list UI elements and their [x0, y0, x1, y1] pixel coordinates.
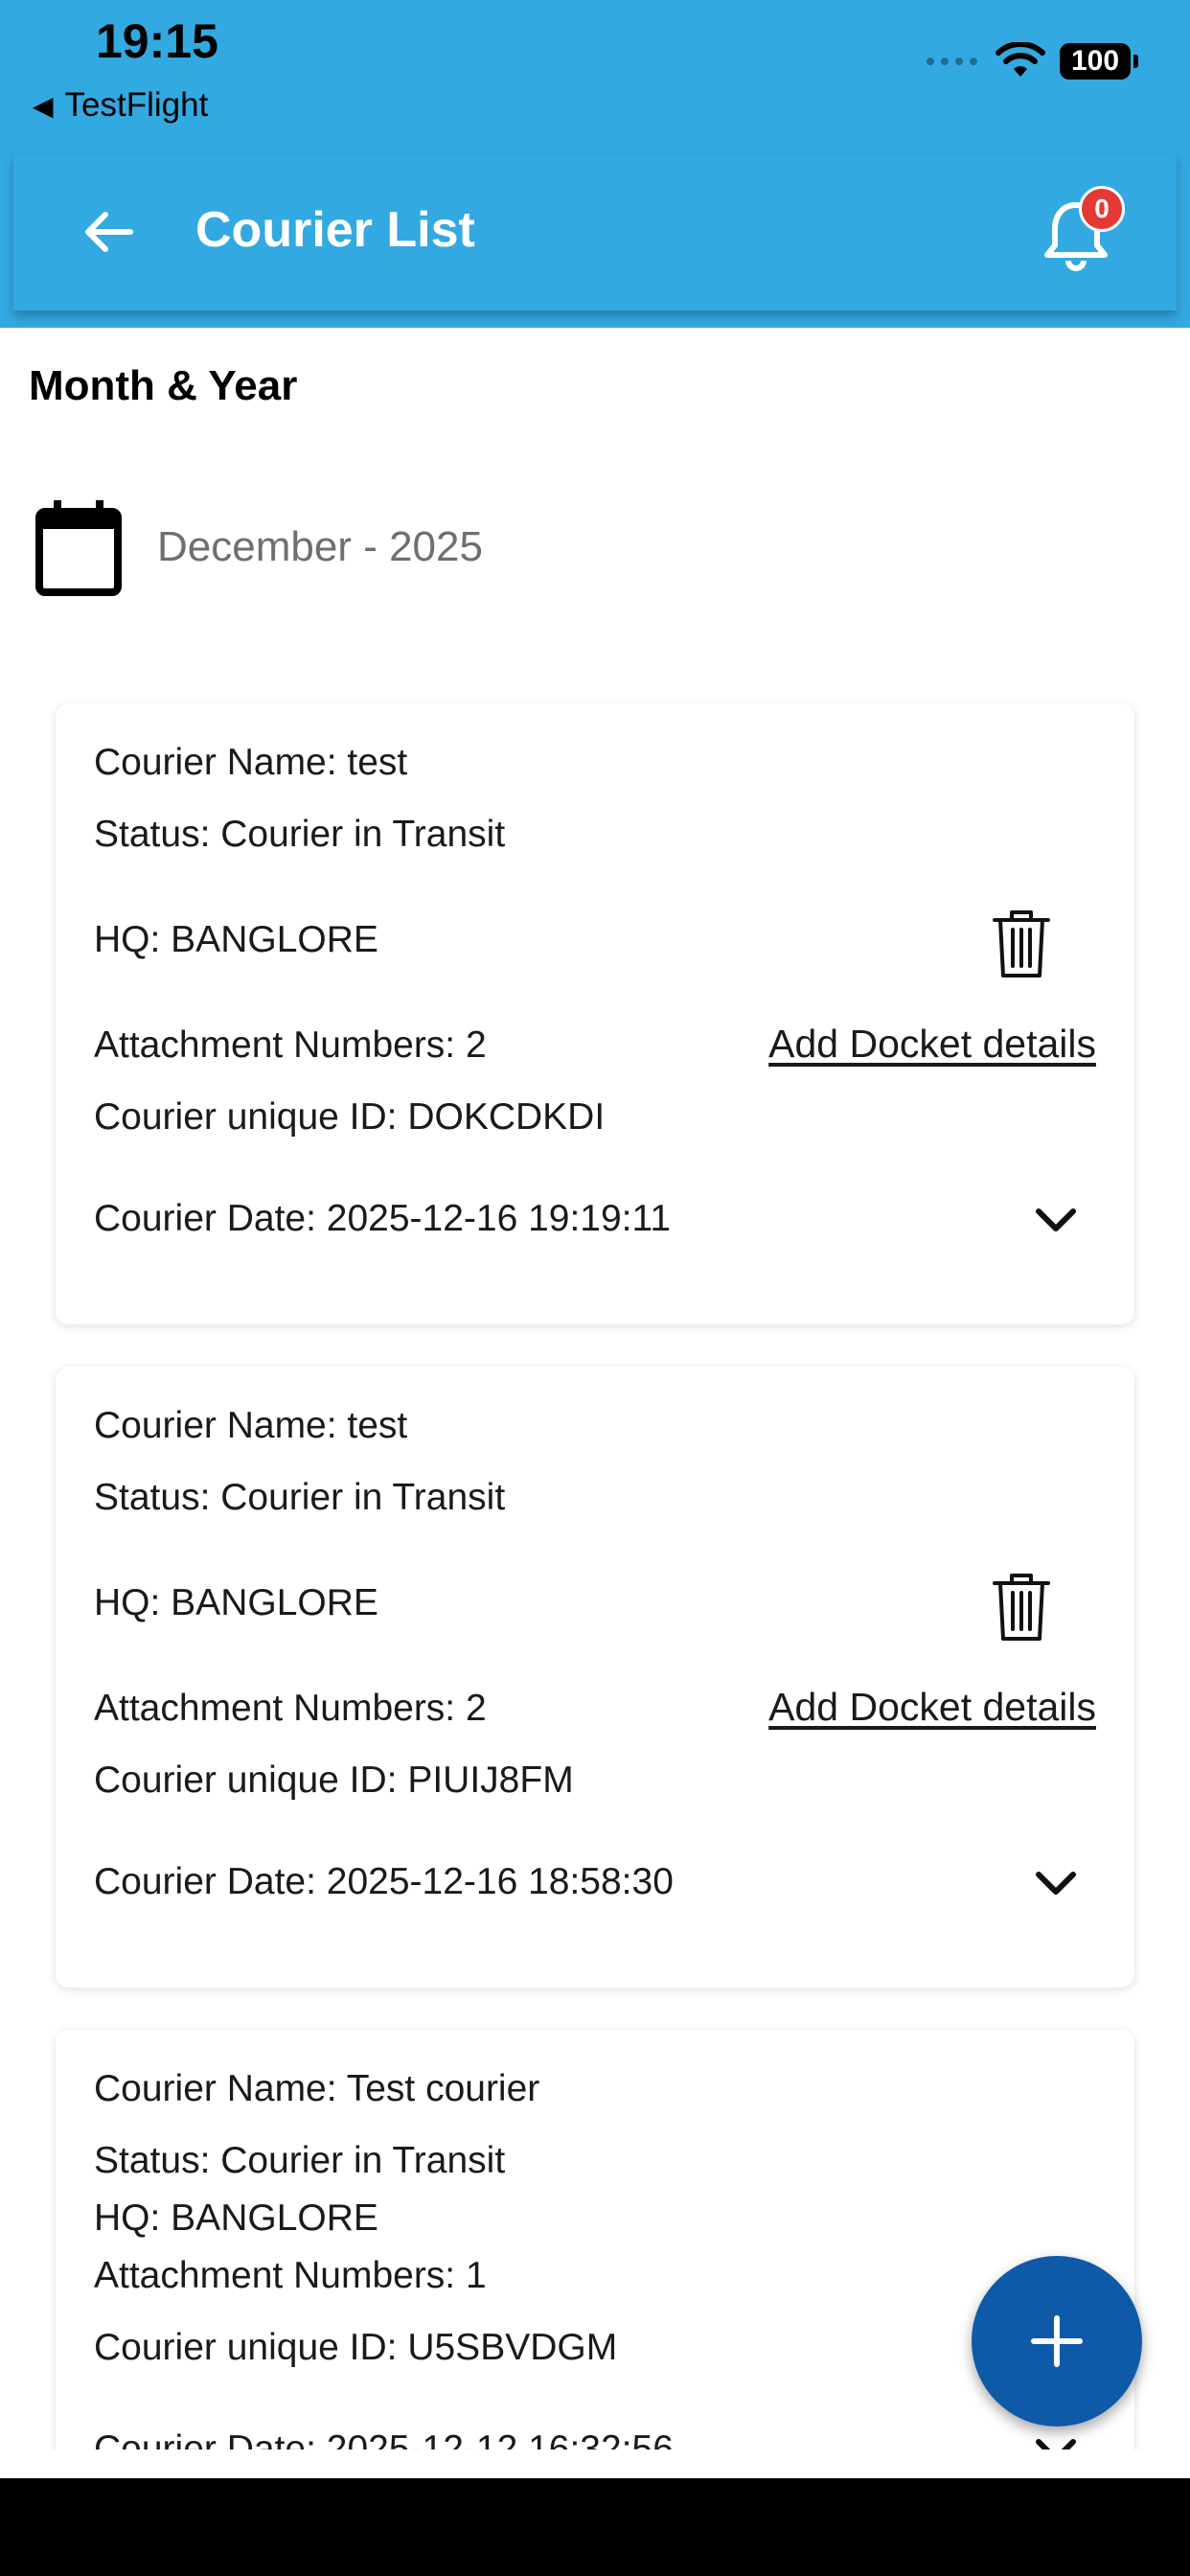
- courier-status: Status: Courier in Transit: [94, 2140, 506, 2181]
- content-scroll[interactable]: Month & Year December - 2025 Courier Nam…: [0, 0, 1190, 2450]
- courier-hq: HQ: BANGLORE: [94, 2197, 378, 2239]
- plus-icon: [1031, 2315, 1083, 2367]
- bottom-system-bar: [0, 2478, 1190, 2576]
- courier-card[interactable]: Courier Name: test Status: Courier in Tr…: [56, 703, 1134, 1324]
- courier-name: Courier Name: test: [94, 742, 408, 783]
- courier-name: Courier Name: test: [94, 1405, 408, 1446]
- courier-attachments: Attachment Numbers: 2: [94, 1024, 487, 1066]
- courier-hq: HQ: BANGLORE: [94, 1582, 378, 1623]
- add-courier-button[interactable]: [972, 2256, 1142, 2426]
- courier-date: Courier Date: 2025-12-12 16:32:56: [94, 2428, 674, 2450]
- add-docket-details-link[interactable]: Add Docket details: [768, 1685, 1096, 1730]
- chevron-down-icon[interactable]: [1031, 2430, 1081, 2450]
- chevron-down-icon[interactable]: [1031, 1200, 1081, 1238]
- courier-status: Status: Courier in Transit: [94, 1477, 506, 1518]
- courier-attachments: Attachment Numbers: 2: [94, 1688, 487, 1729]
- month-year-label: Month & Year: [29, 362, 298, 409]
- courier-date: Courier Date: 2025-12-16 19:19:11: [94, 1198, 672, 1239]
- courier-card[interactable]: Courier Name: test Status: Courier in Tr…: [56, 1367, 1134, 1988]
- courier-unique-id: Courier unique ID: U5SBVDGM: [94, 2327, 618, 2368]
- chevron-down-icon[interactable]: [1031, 1863, 1081, 1901]
- courier-attachments: Attachment Numbers: 1: [94, 2255, 487, 2296]
- courier-status: Status: Courier in Transit: [94, 814, 506, 855]
- calendar-icon: [35, 500, 122, 596]
- courier-date: Courier Date: 2025-12-16 18:58:30: [94, 1861, 674, 1902]
- courier-name: Courier Name: Test courier: [94, 2068, 540, 2109]
- courier-card[interactable]: Courier Name: Test courier Status: Couri…: [56, 2030, 1134, 2450]
- add-docket-details-link[interactable]: Add Docket details: [768, 1022, 1096, 1067]
- month-year-value: December - 2025: [157, 523, 483, 570]
- trash-icon[interactable]: [987, 1568, 1056, 1644]
- courier-unique-id: Courier unique ID: PIUIJ8FM: [94, 1760, 574, 1801]
- courier-unique-id: Courier unique ID: DOKCDKDI: [94, 1096, 606, 1138]
- month-year-picker[interactable]: December - 2025: [34, 498, 483, 596]
- trash-icon[interactable]: [987, 905, 1056, 981]
- courier-hq: HQ: BANGLORE: [94, 919, 378, 960]
